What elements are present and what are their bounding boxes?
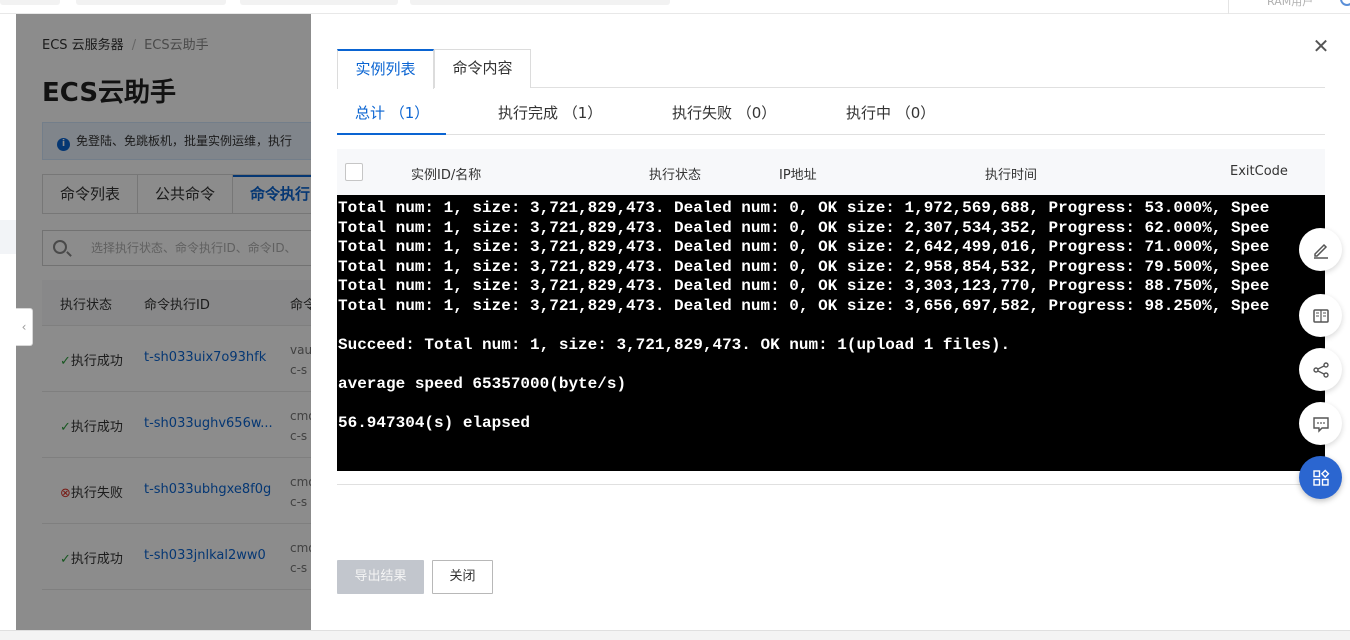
left-rail: [0, 14, 16, 630]
output-line: Succeed: Total num: 1, size: 3,721,829,4…: [338, 335, 1011, 354]
top-nav-item[interactable]: [76, 0, 226, 5]
active-tab-indicator: [337, 133, 446, 135]
feedback-icon: [1312, 416, 1329, 433]
user-icon: [1340, 0, 1350, 6]
tab-failed[interactable]: 执行失败 （0）: [672, 102, 776, 123]
tab-total[interactable]: 总计 （1）: [355, 102, 429, 123]
edit-button[interactable]: [1299, 228, 1342, 271]
sidebar-toggle[interactable]: ‹: [16, 308, 33, 346]
column-exit-code: ExitCode: [1230, 164, 1288, 179]
divider: [337, 484, 1325, 485]
select-all-checkbox[interactable]: [345, 163, 363, 181]
output-line: average speed 65357000(byte/s): [338, 374, 627, 393]
apps-button[interactable]: [1299, 456, 1342, 499]
drawer-tabs: 实例列表 命令内容: [337, 49, 1325, 89]
share-icon: [1312, 361, 1329, 378]
tab-command-content[interactable]: 命令内容: [434, 49, 531, 88]
column-instance: 实例ID/名称: [411, 168, 482, 183]
account-menu[interactable]: RAM用户: [1228, 0, 1350, 14]
edit-icon: [1313, 243, 1328, 259]
output-line: Total num: 1, size: 3,721,829,473. Deale…: [338, 257, 1270, 276]
column-exec-time: 执行时间: [985, 168, 1038, 183]
instance-table-header: 实例ID/名称 执行状态 IP地址 执行时间 ExitCode: [337, 149, 1325, 195]
book-icon: [1312, 308, 1329, 323]
top-navigation-bar: RAM用户: [0, 0, 1350, 14]
modal-backdrop[interactable]: [16, 14, 316, 630]
column-exec-status: 执行状态: [649, 168, 702, 183]
export-results-button[interactable]: 导出结果: [337, 560, 424, 594]
output-line: Total num: 1, size: 3,721,829,473. Deale…: [338, 199, 1270, 217]
output-line: Total num: 1, size: 3,721,829,473. Deale…: [338, 296, 1270, 315]
output-line: 56.947304(s) elapsed: [338, 413, 531, 432]
output-line: Total num: 1, size: 3,721,829,473. Deale…: [338, 218, 1270, 237]
feedback-button[interactable]: [1299, 402, 1342, 445]
top-nav-item[interactable]: [410, 0, 670, 5]
top-nav-item[interactable]: [0, 0, 60, 5]
tab-completed[interactable]: 执行完成 （1）: [498, 102, 602, 123]
bottom-bar: [0, 630, 1350, 640]
output-line: Total num: 1, size: 3,721,829,473. Deale…: [338, 238, 1270, 256]
execution-result-drawer: ✕ 实例列表 命令内容 总计 （1） 执行完成 （1） 执行失败 （0） 执行中…: [311, 14, 1350, 630]
close-button[interactable]: 关闭: [432, 560, 493, 594]
docs-button[interactable]: [1299, 294, 1342, 337]
output-line: Total num: 1, size: 3,721,829,473. Deale…: [338, 277, 1270, 295]
column-ip: IP地址: [779, 168, 817, 183]
top-nav-item[interactable]: [240, 0, 398, 5]
status-filter-tabs: 总计 （1） 执行完成 （1） 执行失败 （0） 执行中 （0）: [337, 88, 1325, 135]
left-rail-selected-item[interactable]: [0, 220, 16, 254]
command-output[interactable]: Total num: 1, size: 3,721,829,473. Deale…: [337, 195, 1325, 471]
apps-icon: [1312, 469, 1329, 486]
chevron-left-icon: ‹: [21, 320, 27, 334]
share-button[interactable]: [1299, 348, 1342, 391]
tab-running[interactable]: 执行中 （0）: [846, 102, 935, 123]
account-label: RAM用户: [1267, 0, 1314, 8]
tab-instance-list[interactable]: 实例列表: [337, 49, 434, 89]
